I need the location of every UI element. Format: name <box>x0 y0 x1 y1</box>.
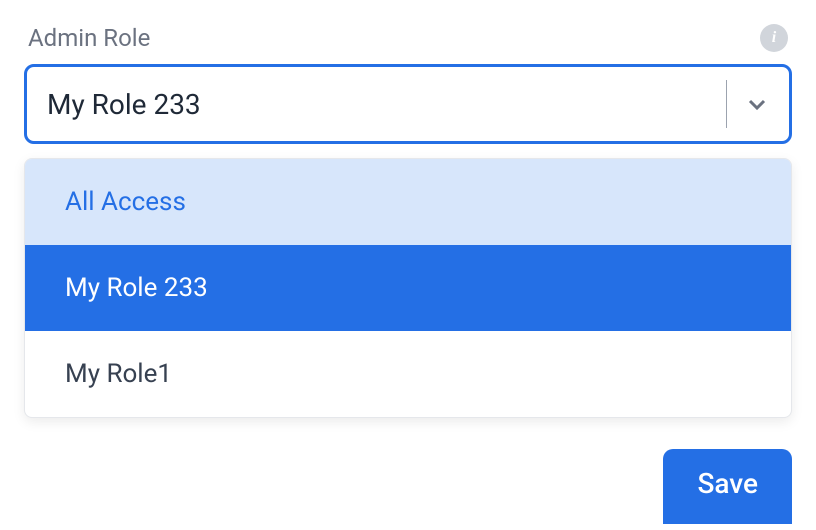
indicator-separator <box>726 80 727 128</box>
field-header: Admin Role i <box>24 24 792 52</box>
select-indicators <box>726 67 769 141</box>
dropdown-option-my-role-233[interactable]: My Role 233 <box>25 245 791 331</box>
admin-role-select[interactable] <box>24 64 792 144</box>
admin-role-input[interactable] <box>47 88 726 121</box>
field-label: Admin Role <box>28 24 150 52</box>
info-icon[interactable]: i <box>760 24 788 52</box>
save-button[interactable]: Save <box>663 449 792 524</box>
dropdown-option-all-access[interactable]: All Access <box>25 159 791 245</box>
dropdown-option-my-role1[interactable]: My Role1 <box>25 331 791 417</box>
dropdown-menu: All Access My Role 233 My Role1 <box>24 158 792 418</box>
chevron-down-icon[interactable] <box>745 92 769 116</box>
